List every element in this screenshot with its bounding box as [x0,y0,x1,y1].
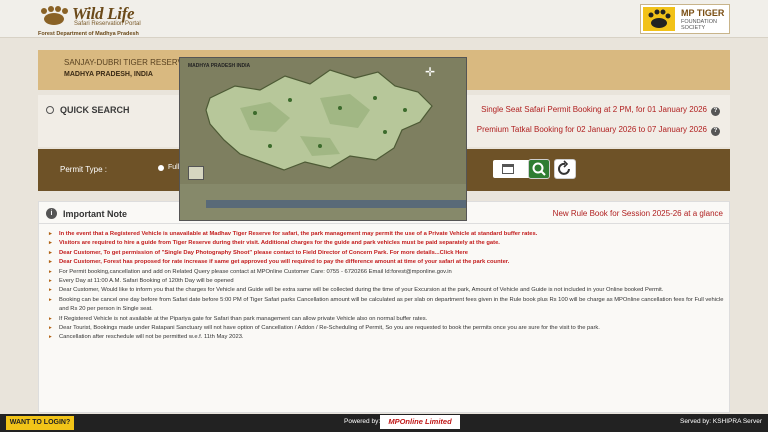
map-title: MADHYA PRADESH INDIA [188,63,251,69]
calendar-icon[interactable] [502,164,514,174]
map-popup[interactable]: MADHYA PRADESH INDIA ✛ [179,57,467,221]
brand-department: Forest Department of Madhya Pradesh [38,31,139,37]
list-item: Dear Customer, Would like to inform you … [49,286,727,296]
partner-subtitle: FOUNDATION SOCIETY [681,19,717,31]
login-button[interactable]: WANT TO LOGIN? [6,416,74,430]
mponline-logo[interactable]: MPOnline Limited [380,415,460,429]
partner-name: MP TIGER [681,8,725,18]
list-item: Booking can be cancel one day before fro… [49,296,727,315]
list-item: In the event that a Registered Vehicle i… [49,230,727,240]
quick-search-title: QUICK SEARCH [60,105,130,115]
brand-subtitle: Safari Reservation Portal [74,21,141,27]
help-icon[interactable]: ? [711,127,720,136]
list-item: Cancellation after reschedule will not b… [49,333,727,343]
powered-by-label: Powered by: [344,418,381,425]
list-item: Visitors are required to hire a guide fr… [49,239,727,249]
tatkal-notice-text: Premium Tatkal Booking for 02 January 20… [476,125,707,134]
list-item: For Permit booking,cancellation and add … [49,268,727,278]
list-item[interactable]: Dear Customer, To get permission of "Sin… [49,249,727,259]
served-by-label: Served by: KSHIPRA Server [679,418,762,425]
paw-icon [41,6,68,25]
search-button[interactable] [528,159,550,179]
single-seat-notice[interactable]: Single Seat Safari Permit Booking at 2 P… [481,105,720,116]
site-header: Wild Life Safari Reservation Portal Fore… [0,0,768,38]
reset-button[interactable] [554,159,576,179]
tiger-paw-icon [643,7,675,31]
reserve-name: SANJAY-DUBRI TIGER RESERVE [64,58,189,67]
rule-book-link[interactable]: New Rule Book for Session 2025-26 at a g… [553,209,723,218]
list-item: Every Day at 11:00 A.M. Safari Booking o… [49,277,727,287]
help-icon[interactable]: ? [711,107,720,116]
magnifier-icon [532,162,546,176]
list-item: Dear Tourist, Bookings made under Ratapa… [49,324,727,334]
important-note-panel: i Important Note New Rule Book for Sessi… [38,201,730,413]
refresh-icon [558,160,570,175]
single-seat-notice-text: Single Seat Safari Permit Booking at 2 P… [481,105,707,114]
important-note-title: Important Note [63,209,127,219]
permit-type-label: Permit Type : [60,165,107,174]
mp-tiger-logo[interactable]: MP TIGER FOUNDATION SOCIETY [640,4,730,34]
list-item: Dear Customer, Forest has proposed for r… [49,258,727,268]
permit-type-radio-full[interactable] [158,165,164,171]
list-item: If Registered Vehicle is not available a… [49,315,727,325]
permit-type-option-label: Full [168,164,180,171]
info-icon: i [46,208,57,219]
map-scale-bar [206,200,466,208]
map-legend-icon [188,166,204,180]
map-footer-strip [180,184,466,220]
tatkal-notice[interactable]: Premium Tatkal Booking for 02 January 20… [477,125,720,136]
reserve-state: MADHYA PRADESH, INDIA [64,71,153,78]
note-list: In the event that a Registered Vehicle i… [49,230,727,343]
compass-icon: ✛ [424,65,436,79]
wildlife-logo[interactable]: Wild Life Safari Reservation Portal Fore… [38,4,148,37]
footer-bar: WANT TO LOGIN? Powered by: MPOnline Limi… [0,414,768,432]
